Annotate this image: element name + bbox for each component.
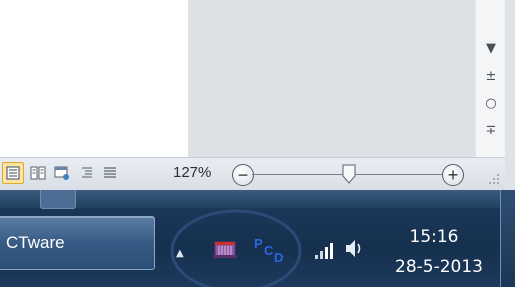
zoom-out-button[interactable]: − — [232, 164, 254, 186]
show-hidden-icons-button[interactable]: ▲ — [176, 248, 184, 259]
plus-icon: + — [447, 165, 459, 185]
document-background-bottom — [188, 140, 475, 157]
scroll-down-button[interactable]: ▼ — [476, 37, 506, 59]
resize-grip-icon[interactable] — [485, 170, 501, 186]
scroll-down-arrow-icon: ▼ — [486, 40, 496, 56]
draft-icon — [104, 167, 116, 178]
web-layout-icon — [54, 166, 69, 180]
next-page-button[interactable]: ∓ — [476, 119, 506, 141]
zoom-level-button[interactable]: 127% — [173, 162, 211, 184]
network-signal-icon[interactable] — [313, 238, 335, 262]
taskbar-upper-strip — [0, 190, 515, 208]
select-browse-object-button[interactable]: ○ — [476, 92, 506, 114]
zoom-slider-thumb[interactable] — [342, 164, 356, 184]
full-screen-reading-icon — [30, 166, 46, 180]
show-desktop-button[interactable] — [500, 190, 515, 287]
pcd-letter-d: D — [274, 250, 284, 265]
usb-device-icon[interactable] — [212, 236, 238, 260]
zoom-in-button[interactable]: + — [442, 164, 464, 186]
outline-view-button[interactable] — [77, 163, 97, 183]
taskbar-pinned-button-edge[interactable] — [40, 190, 76, 209]
clock-date[interactable]: 28-5-2013 — [391, 257, 487, 277]
print-layout-view-button[interactable] — [2, 162, 24, 184]
document-area — [0, 0, 188, 157]
previous-page-button[interactable]: ± — [476, 65, 506, 87]
taskbar-app-label: CTware — [6, 233, 65, 252]
volume-icon[interactable] — [343, 236, 365, 260]
window-right-border — [505, 0, 515, 190]
draft-view-button[interactable] — [100, 163, 120, 183]
circle-icon: ○ — [485, 95, 497, 111]
outline-icon — [82, 167, 92, 178]
print-layout-icon — [6, 166, 20, 180]
pcd-letter-c: C — [264, 243, 274, 258]
vertical-scrollbar[interactable]: ▼ ± ○ ∓ — [475, 0, 506, 157]
pcd-letter-p: P — [254, 236, 263, 251]
document-background — [188, 0, 475, 140]
web-layout-button[interactable] — [52, 163, 72, 183]
full-screen-reading-button[interactable] — [28, 163, 48, 183]
minus-icon: − — [237, 165, 249, 185]
double-up-arrow-icon: ± — [485, 68, 497, 84]
double-down-arrow-icon: ∓ — [485, 122, 497, 138]
clock-time[interactable]: 15:16 — [398, 227, 470, 247]
